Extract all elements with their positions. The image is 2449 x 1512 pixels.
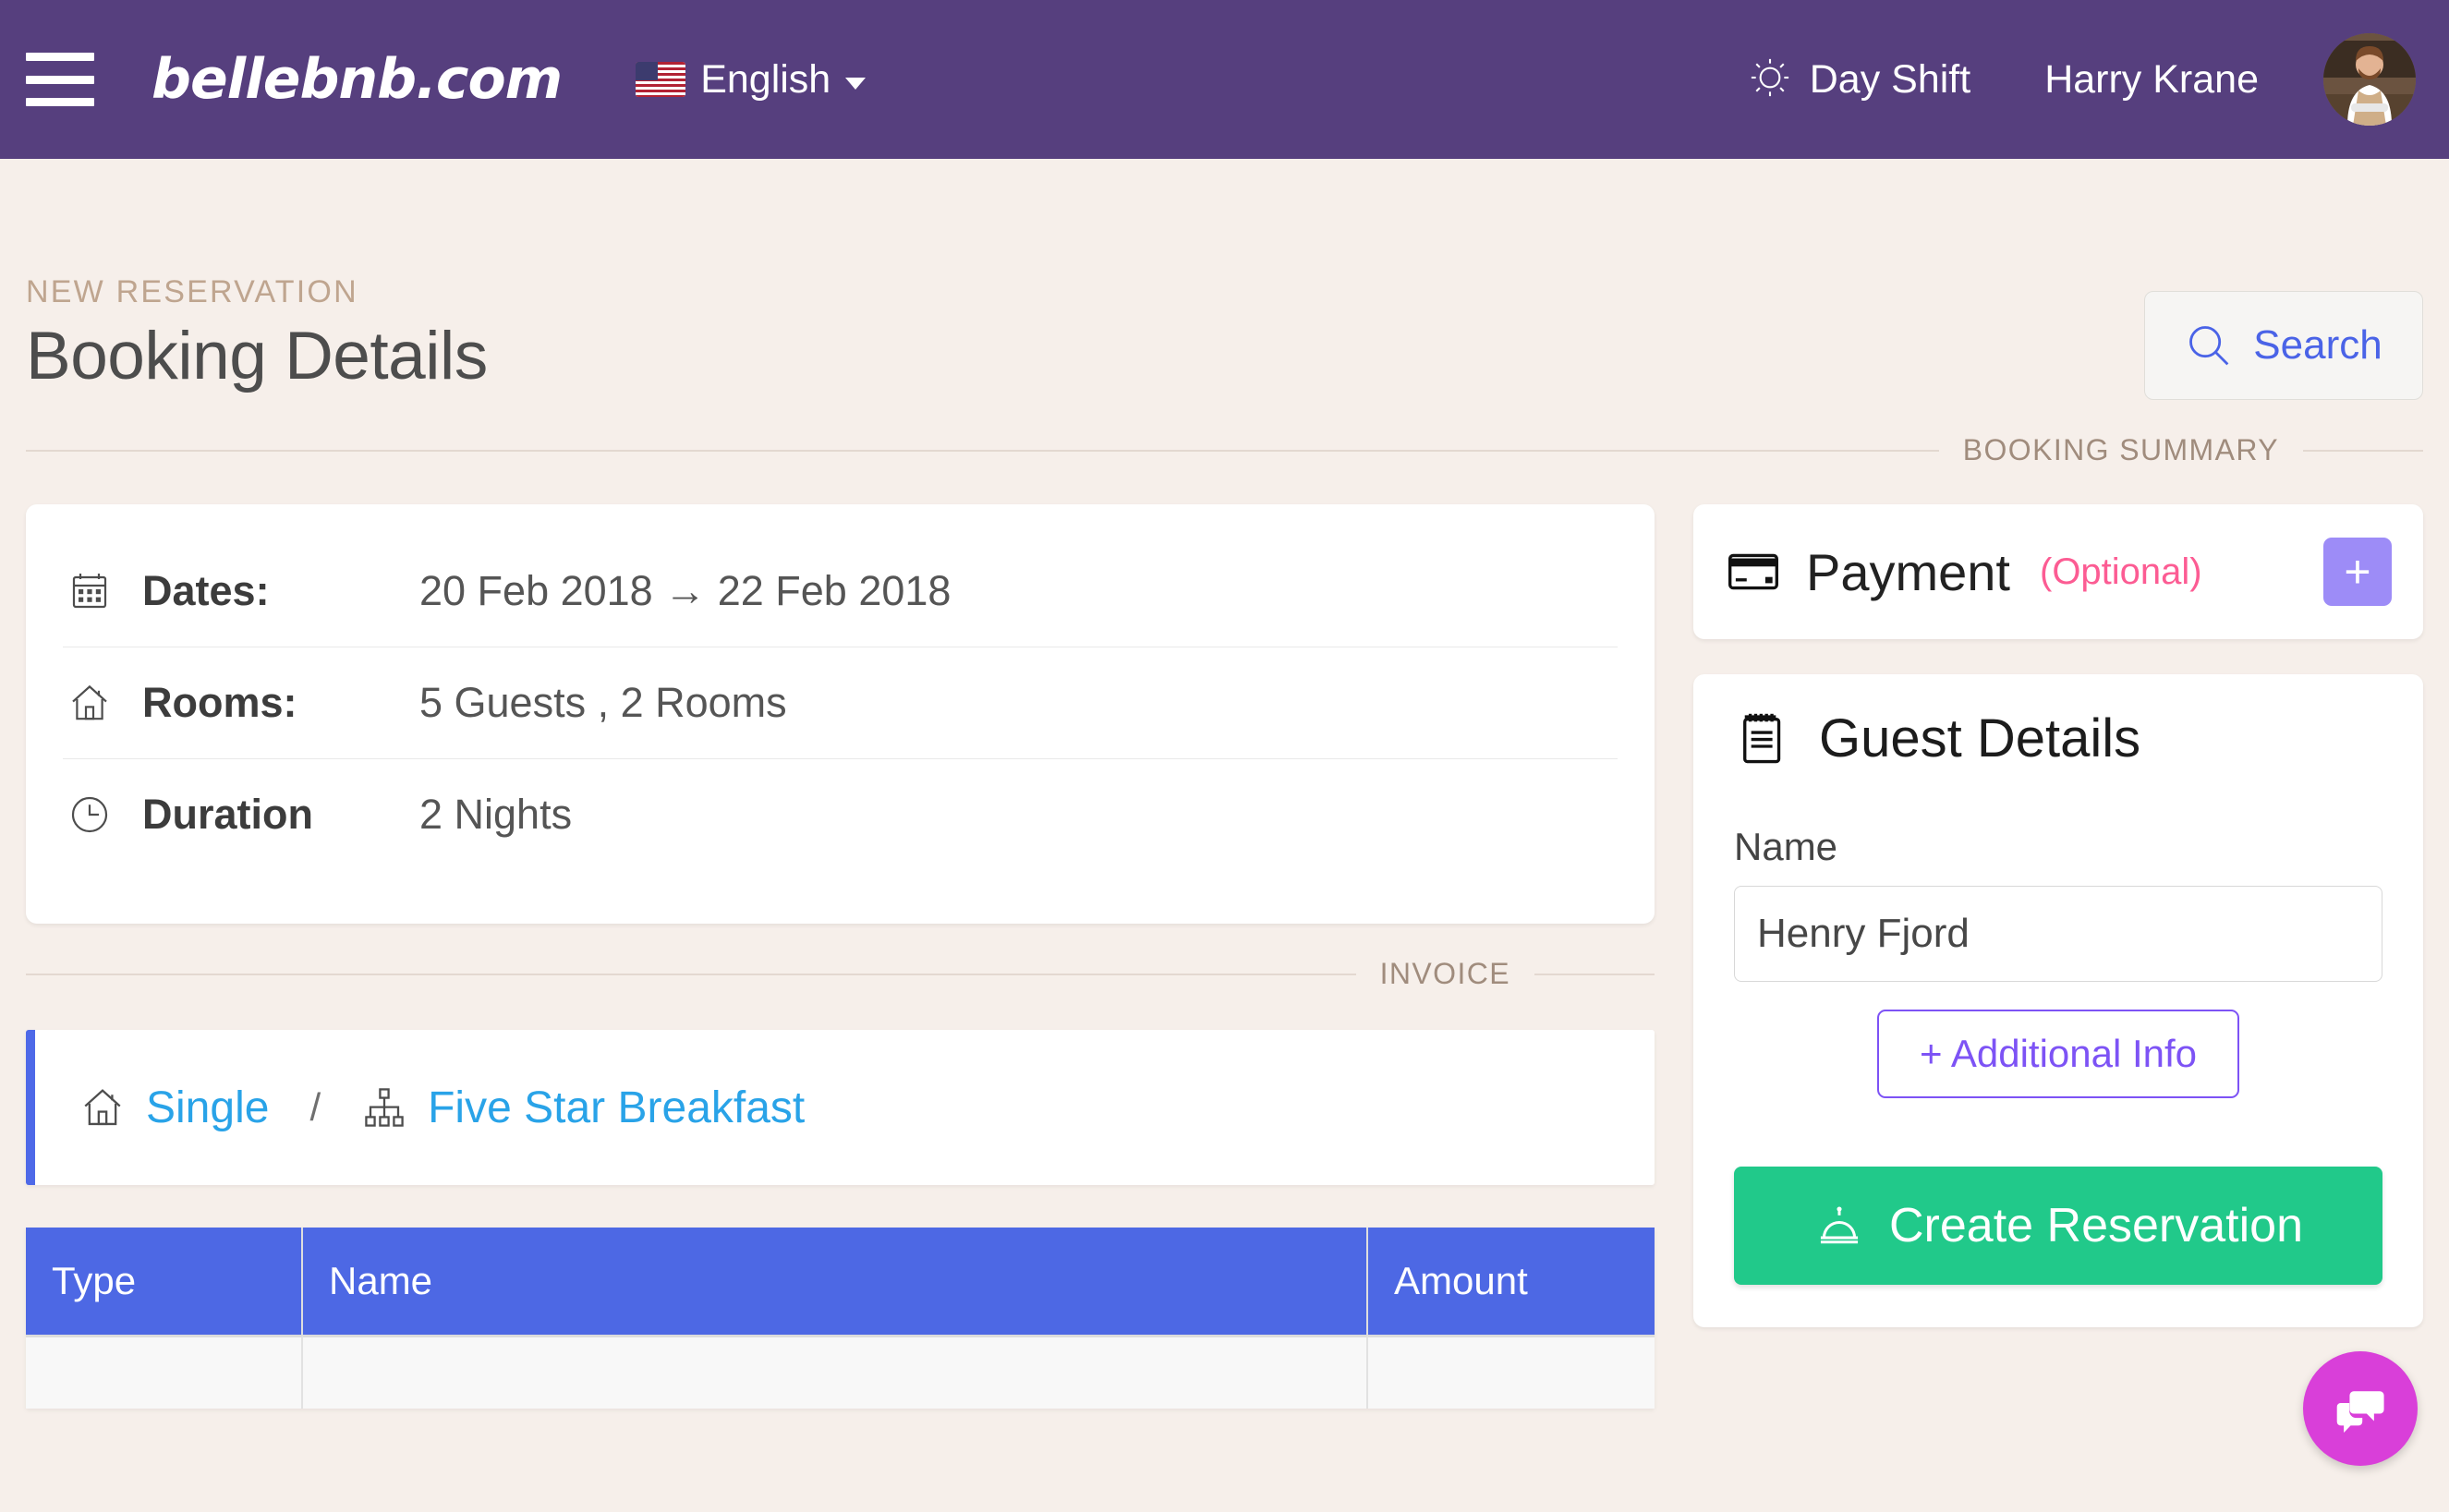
column-header-name[interactable]: Name (303, 1228, 1368, 1335)
cell-name (303, 1335, 1368, 1409)
divider-line (26, 973, 1356, 975)
booking-summary-card: Dates: 20 Feb 2018 → 22 Feb 2018 Rooms: … (26, 504, 1655, 924)
name-field-label: Name (1734, 825, 1838, 868)
invoice-separator: / (309, 1085, 321, 1129)
search-button[interactable]: Search (2144, 291, 2423, 400)
language-selector[interactable]: English (636, 56, 867, 103)
page-content: NEW RESERVATION Booking Details Search B… (0, 159, 2449, 1466)
payment-title: Payment (1806, 542, 2010, 601)
us-flag-icon (636, 62, 686, 97)
right-column: Payment (Optional) + Guest Details Name … (1693, 504, 2423, 1466)
search-button-label: Search (2253, 322, 2382, 368)
guest-name-input[interactable] (1734, 886, 2382, 982)
page-titles: NEW RESERVATION Booking Details (26, 274, 2144, 394)
page-title: Booking Details (26, 319, 488, 393)
create-reservation-label: Create Reservation (1889, 1199, 2303, 1252)
day-shift-button[interactable]: Day Shift (1749, 56, 1970, 103)
notepad-icon (1734, 709, 1793, 768)
booking-summary-caption: BOOKING SUMMARY (1962, 433, 2279, 466)
top-navigation-bar: bellebnb.com English Day Shift Harry Kra… (0, 0, 2449, 159)
summary-value-dates: 20 Feb 2018 → 22 Feb 2018 (419, 567, 952, 614)
invoice-table-body (26, 1335, 1655, 1409)
invoice-table: Type Name Amount (26, 1228, 1655, 1409)
hamburger-bar (26, 53, 94, 61)
summary-label-rooms: Rooms: (142, 679, 297, 726)
invoice-room-type-link[interactable]: Single (146, 1083, 269, 1133)
sitemap-icon (361, 1084, 407, 1131)
summary-row-duration: Duration 2 Nights (63, 758, 1618, 870)
summary-label-duration: Duration (142, 791, 313, 838)
calendar-icon (63, 569, 116, 613)
invoice-caption: INVOICE (1379, 957, 1510, 990)
house-icon (79, 1084, 126, 1131)
invoice-divider: INVOICE (26, 957, 1655, 991)
sun-icon (1749, 56, 1791, 103)
add-payment-button[interactable]: + (2323, 538, 2392, 606)
clock-icon (63, 792, 116, 837)
guest-details-card: Guest Details Name + Additional Info (1693, 674, 2423, 1327)
additional-info-row: + Additional Info (1734, 1010, 2382, 1098)
divider-line (1534, 973, 1655, 975)
booking-summary-divider: BOOKING SUMMARY (26, 433, 2423, 467)
brand-logo[interactable]: bellebnb.com (152, 47, 563, 112)
left-column: Dates: 20 Feb 2018 → 22 Feb 2018 Rooms: … (26, 504, 1655, 1409)
additional-info-button[interactable]: + Additional Info (1876, 1010, 2240, 1098)
nav-right-group: Day Shift Harry Krane (1749, 33, 2416, 126)
cell-type (26, 1335, 303, 1409)
day-shift-label: Day Shift (1809, 56, 1971, 102)
hamburger-menu-icon[interactable] (26, 53, 94, 106)
divider-line (26, 449, 1939, 452)
create-reservation-button[interactable]: Create Reservation (1734, 1167, 2382, 1285)
summary-value-duration: 2 Nights (419, 791, 573, 838)
invoice-rate-plan-link[interactable]: Five Star Breakfast (428, 1083, 805, 1133)
page-eyebrow: NEW RESERVATION (26, 274, 358, 309)
cell-amount (1368, 1335, 1655, 1409)
divider-line (2303, 449, 2423, 452)
bell-icon (1813, 1200, 1865, 1252)
summary-value-rooms: 5 Guests , 2 Rooms (419, 679, 787, 726)
user-name-label[interactable]: Harry Krane (2044, 57, 2259, 103)
table-row[interactable] (26, 1335, 1655, 1409)
summary-row-rooms: Rooms: 5 Guests , 2 Rooms (63, 647, 1618, 758)
page-header: NEW RESERVATION Booking Details Search (26, 159, 2423, 400)
hamburger-bar (26, 75, 94, 84)
guest-details-title: Guest Details (1819, 708, 2141, 768)
chat-bubbles-icon (2330, 1378, 2391, 1439)
content-columns: Dates: 20 Feb 2018 → 22 Feb 2018 Rooms: … (26, 504, 2423, 1466)
search-icon (2185, 321, 2233, 369)
hamburger-bar (26, 98, 94, 106)
credit-card-icon (1725, 543, 1782, 600)
summary-row-dates: Dates: 20 Feb 2018 → 22 Feb 2018 (63, 536, 1618, 647)
guest-details-header: Guest Details (1734, 708, 2382, 769)
payment-card: Payment (Optional) + (1693, 504, 2423, 639)
column-header-amount[interactable]: Amount (1368, 1228, 1655, 1335)
chat-widget-button[interactable] (2303, 1351, 2418, 1466)
column-header-type[interactable]: Type (26, 1228, 303, 1335)
summary-label-dates: Dates: (142, 567, 270, 614)
invoice-table-header-row: Type Name Amount (26, 1228, 1655, 1335)
invoice-room-line[interactable]: Single / Five Star Breakfast (26, 1030, 1655, 1185)
payment-optional-label: (Optional) (2040, 550, 2202, 592)
invoice-table-head: Type Name Amount (26, 1228, 1655, 1335)
user-avatar[interactable] (2323, 33, 2416, 126)
house-icon (63, 681, 116, 725)
language-label: English (700, 56, 831, 102)
chevron-down-icon (845, 77, 867, 90)
